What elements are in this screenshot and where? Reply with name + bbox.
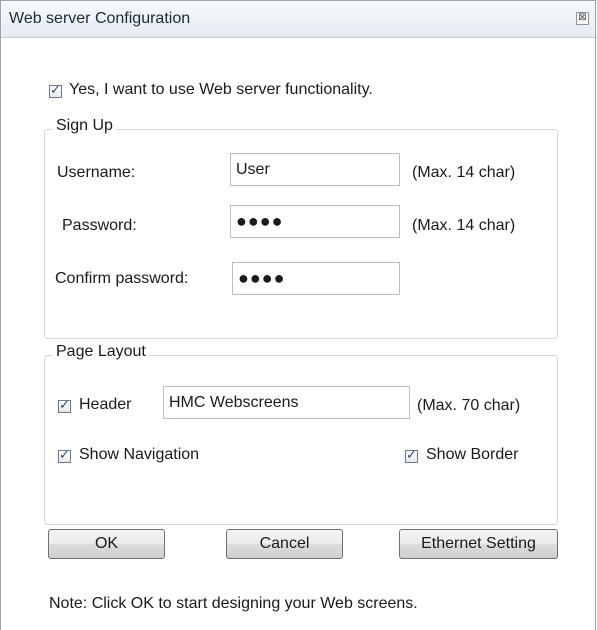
enable-webserver-label: Yes, I want to use Web server functional… <box>69 81 373 98</box>
dialog-body: Yes, I want to use Web server functional… <box>1 38 595 630</box>
username-hint: (Max. 14 char) <box>412 164 516 181</box>
enable-webserver-checkbox[interactable] <box>49 83 62 98</box>
signup-group-title: Sign Up <box>53 117 116 135</box>
header-hint: (Max. 70 char) <box>417 397 521 414</box>
header-input[interactable]: HMC Webscreens <box>163 386 410 419</box>
header-checkbox[interactable] <box>58 398 71 413</box>
confirm-password-label: Confirm password: <box>55 270 189 287</box>
note-text: Note: Click OK to start designing your W… <box>49 595 418 612</box>
username-label: Username: <box>57 164 136 181</box>
page-layout-group-title: Page Layout <box>53 343 149 361</box>
password-hint: (Max. 14 char) <box>412 217 516 234</box>
show-border-label: Show Border <box>426 446 519 463</box>
show-border-checkbox[interactable] <box>405 448 418 463</box>
cancel-button[interactable]: Cancel <box>226 529 343 559</box>
ethernet-setting-button[interactable]: Ethernet Setting <box>399 529 558 559</box>
ok-button[interactable]: OK <box>48 529 165 559</box>
header-label: Header <box>79 396 132 413</box>
close-icon[interactable]: ⊠ <box>576 12 589 25</box>
window-title: Web server Configuration <box>9 10 191 27</box>
password-input[interactable]: ●●●● <box>230 205 400 238</box>
web-server-config-dialog: Web server Configuration ⊠ Yes, I want t… <box>0 0 596 630</box>
show-navigation-checkbox[interactable] <box>58 448 71 463</box>
page-layout-group <box>44 355 558 525</box>
password-label: Password: <box>62 217 137 234</box>
title-bar: Web server Configuration ⊠ <box>1 1 595 38</box>
username-input[interactable]: User <box>230 153 400 186</box>
confirm-password-input[interactable]: ●●●● <box>232 262 400 295</box>
show-navigation-label: Show Navigation <box>79 446 200 463</box>
